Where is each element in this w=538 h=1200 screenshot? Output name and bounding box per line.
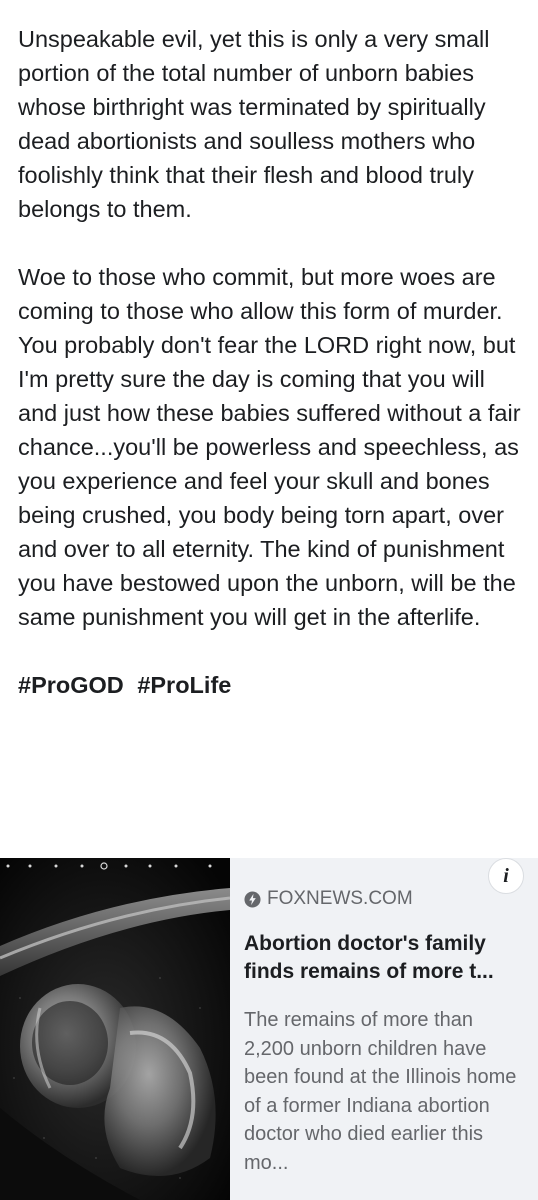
link-preview-card[interactable]: FOXNEWS.COM Abortion doctor's family fin…	[0, 858, 538, 1200]
link-source: FOXNEWS.COM	[244, 882, 526, 916]
link-headline[interactable]: Abortion doctor's family finds remains o…	[244, 930, 526, 986]
lightning-bolt-icon	[244, 890, 261, 908]
link-card-body[interactable]: FOXNEWS.COM Abortion doctor's family fin…	[244, 882, 526, 1177]
post-paragraph-2: Woe to those who commit, but more woes a…	[18, 264, 521, 630]
info-icon[interactable]: i	[488, 858, 524, 894]
hashtag-prolife[interactable]: #ProLife	[137, 672, 231, 698]
hashtag-progod[interactable]: #ProGOD	[18, 672, 124, 698]
hashtags: #ProGOD #ProLife	[18, 668, 530, 702]
link-source-domain: FOXNEWS.COM	[267, 888, 413, 909]
link-description: The remains of more than 2,200 unborn ch…	[244, 1009, 517, 1174]
post-paragraph-1: Unspeakable evil, yet this is only a ver…	[18, 26, 490, 222]
ultrasound-thumbnail	[0, 858, 230, 1200]
post-text: Unspeakable evil, yet this is only a ver…	[18, 22, 530, 702]
